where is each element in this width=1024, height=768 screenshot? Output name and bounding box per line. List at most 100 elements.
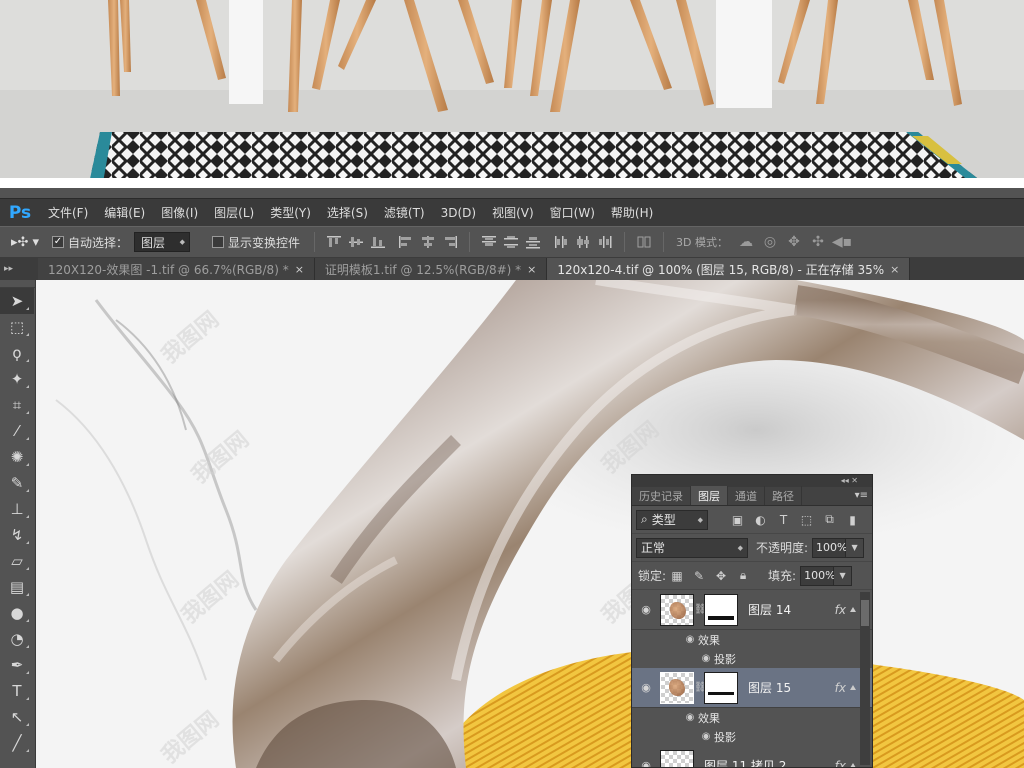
lock-pixels-icon[interactable]: ✎ <box>688 569 710 583</box>
type-tool-icon[interactable]: T <box>0 678 34 704</box>
healing-brush-tool-icon[interactable]: ✺ <box>0 444 34 470</box>
layer-row[interactable]: ◉ 图层 11 拷贝 2 fx <box>632 746 872 767</box>
chevron-down-icon[interactable]: ▼ <box>846 537 865 558</box>
blur-tool-icon[interactable]: ● <box>0 600 34 626</box>
effects-row[interactable]: ◉ 效果 <box>632 708 872 727</box>
menu-view[interactable]: 视图(V) <box>484 204 542 221</box>
distribute-vcenter-icon[interactable] <box>500 232 522 252</box>
menu-layer[interactable]: 图层(L) <box>206 204 262 221</box>
3d-pan-icon[interactable]: ✥ <box>782 234 806 250</box>
smart-object-filter-icon[interactable]: ⧉ <box>818 512 841 527</box>
align-hcenter-icon[interactable] <box>417 232 439 252</box>
menu-image[interactable]: 图像(I) <box>153 204 206 221</box>
menu-filter[interactable]: 滤镜(T) <box>376 204 433 221</box>
move-tool-icon[interactable]: ➤ <box>0 288 34 314</box>
filter-toggle-icon[interactable]: ▮ <box>841 513 864 527</box>
panel-menu-icon[interactable]: ▾≡ <box>855 490 868 501</box>
menu-type[interactable]: 类型(Y) <box>262 204 319 221</box>
toolbar-grip[interactable] <box>0 280 35 288</box>
close-icon[interactable]: × <box>890 263 899 276</box>
align-bottom-icon[interactable] <box>367 232 389 252</box>
eraser-tool-icon[interactable]: ▱ <box>0 548 34 574</box>
link-icon[interactable]: ⛓ <box>694 682 707 693</box>
auto-align-icon[interactable] <box>633 232 655 252</box>
blend-mode-dropdown[interactable]: 正常 <box>636 537 748 558</box>
menu-select[interactable]: 选择(S) <box>319 204 376 221</box>
fill-input[interactable]: 100% <box>800 565 836 586</box>
adjustment-filter-icon[interactable]: ◐ <box>749 513 772 527</box>
link-icon[interactable]: ⛓ <box>694 604 707 615</box>
path-selection-tool-icon[interactable]: ↖ <box>0 704 34 730</box>
tab-channels[interactable]: 通道 <box>728 486 765 505</box>
tab-document-3[interactable]: 120x120-4.tif @ 100% (图层 15, RGB/8) - 正在… <box>547 258 911 280</box>
align-vcenter-icon[interactable] <box>345 232 367 252</box>
layers-scrollbar[interactable] <box>860 592 870 765</box>
eye-icon[interactable]: ◉ <box>632 603 660 616</box>
menu-help[interactable]: 帮助(H) <box>603 204 661 221</box>
auto-select-dropdown[interactable]: 图层 <box>134 232 191 252</box>
layer-row[interactable]: ◉ ⛓ 图层 14 fx <box>632 590 872 630</box>
distribute-hcenter-icon[interactable] <box>572 232 594 252</box>
tab-layers[interactable]: 图层 <box>691 486 728 505</box>
opacity-input[interactable]: 100% <box>812 537 848 558</box>
eye-icon[interactable]: ◉ <box>698 653 714 664</box>
history-brush-tool-icon[interactable]: ↯ <box>0 522 34 548</box>
auto-select-checkbox[interactable]: ✓ <box>52 236 64 248</box>
3d-scale-icon[interactable]: ◀▪ <box>830 234 854 250</box>
close-icon[interactable]: × <box>295 263 304 276</box>
distribute-top-icon[interactable] <box>478 232 500 252</box>
menu-file[interactable]: 文件(F) <box>40 204 96 221</box>
lock-all-icon[interactable]: 🔒︎ <box>732 568 754 583</box>
layer-kind-filter[interactable]: ⌕ 类型 <box>636 509 708 530</box>
expand-effects-icon[interactable] <box>850 763 856 767</box>
marquee-tool-icon[interactable]: ⬚ <box>0 314 34 340</box>
distribute-right-icon[interactable] <box>594 232 616 252</box>
show-transform-checkbox[interactable] <box>212 236 225 248</box>
magic-wand-tool-icon[interactable]: ✦ <box>0 366 34 392</box>
eye-icon[interactable]: ◉ <box>682 634 698 645</box>
eye-icon[interactable]: ◉ <box>632 681 660 694</box>
eye-icon[interactable]: ◉ <box>632 759 660 767</box>
align-top-icon[interactable] <box>323 232 345 252</box>
eye-icon[interactable]: ◉ <box>682 712 698 723</box>
document-canvas[interactable]: 我图网 我图网 我图网 我图网 我图网 我图网 <box>36 280 1024 768</box>
layer-mask-thumbnail[interactable] <box>704 593 738 626</box>
chevron-down-icon[interactable]: ▼ <box>834 565 853 586</box>
menu-edit[interactable]: 编辑(E) <box>96 204 153 221</box>
lock-position-icon[interactable]: ✥ <box>710 569 732 583</box>
tab-document-2[interactable]: 证明模板1.tif @ 12.5%(RGB/8#) * × <box>314 258 548 280</box>
3d-roll-icon[interactable]: ◎ <box>758 234 782 250</box>
3d-rotate-icon[interactable]: ☁ <box>734 234 758 250</box>
effects-row[interactable]: ◉ 效果 <box>632 630 872 649</box>
gradient-tool-icon[interactable]: ▤ <box>0 574 34 600</box>
line-tool-icon[interactable]: ╱ <box>0 730 34 756</box>
align-left-icon[interactable] <box>395 232 417 252</box>
3d-slide-icon[interactable]: ✣ <box>806 234 830 250</box>
layer-mask-thumbnail[interactable] <box>704 671 738 704</box>
close-icon[interactable]: × <box>527 263 536 276</box>
crop-tool-icon[interactable]: ⌗ <box>0 392 34 418</box>
tool-preset-picker[interactable]: ▸✣ ▾ <box>8 231 42 253</box>
type-filter-icon[interactable]: T <box>772 513 795 527</box>
pen-tool-icon[interactable]: ✒ <box>0 652 34 678</box>
eyedropper-tool-icon[interactable]: ⁄ <box>0 418 34 444</box>
expand-effects-icon[interactable] <box>850 685 856 690</box>
lock-transparent-icon[interactable]: ▦ <box>666 569 688 583</box>
lasso-tool-icon[interactable]: ϙ <box>0 340 34 366</box>
layer-row-selected[interactable]: ◉ ⛓ 图层 15 fx <box>632 668 872 708</box>
fx-icon[interactable]: fx <box>835 759 846 768</box>
panel-collapse-icon[interactable]: ▸▸ <box>0 264 38 280</box>
distribute-left-icon[interactable] <box>550 232 572 252</box>
pixel-filter-icon[interactable]: ▣ <box>726 513 749 527</box>
brush-tool-icon[interactable]: ✎ <box>0 470 34 496</box>
menu-window[interactable]: 窗口(W) <box>542 204 603 221</box>
tab-history[interactable]: 历史记录 <box>632 486 691 505</box>
tab-document-1[interactable]: 120X120-效果图 -1.tif @ 66.7%(RGB/8) * × <box>38 258 315 280</box>
fx-icon[interactable]: fx <box>835 681 846 695</box>
menu-3d[interactable]: 3D(D) <box>433 206 484 220</box>
expand-effects-icon[interactable] <box>850 607 856 612</box>
dodge-tool-icon[interactable]: ◔ <box>0 626 34 652</box>
eye-icon[interactable]: ◉ <box>698 731 714 742</box>
align-right-icon[interactable] <box>439 232 461 252</box>
distribute-bottom-icon[interactable] <box>522 232 544 252</box>
